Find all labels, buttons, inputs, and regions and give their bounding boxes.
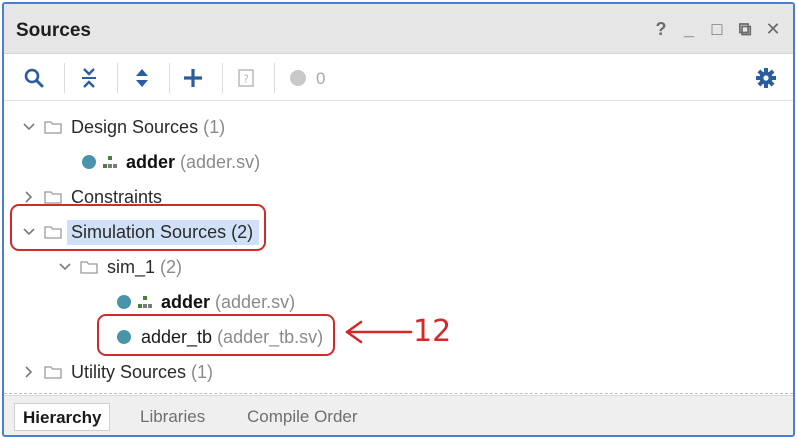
toolbar-separator xyxy=(117,63,118,93)
tab-compile-order[interactable]: Compile Order xyxy=(239,403,366,431)
bottom-tabs: Hierarchy Libraries Compile Order xyxy=(4,395,793,435)
chevron-right-icon[interactable] xyxy=(22,365,36,379)
close-icon[interactable]: ✕ xyxy=(763,18,783,40)
tree-node-count: (1) xyxy=(191,361,214,382)
window-controls: ? _ □ ⧉ ✕ xyxy=(651,18,783,40)
divider xyxy=(4,393,793,394)
tree-node-constraints[interactable]: Constraints xyxy=(22,182,162,212)
toolbar: ? 0 xyxy=(4,55,793,101)
status-count: 0 xyxy=(316,69,326,88)
folder-icon xyxy=(44,365,62,379)
tree-node-label: Constraints xyxy=(71,186,163,207)
module-file: (adder.sv) xyxy=(180,151,261,172)
status-dot-icon xyxy=(82,155,96,169)
chevron-down-icon[interactable] xyxy=(58,260,72,274)
add-icon[interactable] xyxy=(181,66,205,90)
tree-node-label: sim_1 xyxy=(107,256,156,277)
module-name: adder_tb xyxy=(141,326,213,347)
svg-text:?: ? xyxy=(243,73,249,86)
tab-hierarchy[interactable]: Hierarchy xyxy=(14,403,111,431)
gear-icon[interactable] xyxy=(754,66,778,90)
module-name: adder xyxy=(126,151,176,172)
module-name: adder xyxy=(161,291,211,312)
tab-libraries[interactable]: Libraries xyxy=(132,403,213,431)
search-icon[interactable] xyxy=(22,66,46,90)
help-icon[interactable]: ? xyxy=(651,18,671,40)
chevron-down-icon[interactable] xyxy=(22,120,36,134)
sources-window: Sources ? _ □ ⧉ ✕ ? 0 Design Sources (1)… xyxy=(2,2,795,437)
folder-icon xyxy=(44,120,62,134)
tree-node-count: (1) xyxy=(203,116,226,137)
float-icon[interactable]: ⧉ xyxy=(735,18,755,40)
tree-node-utility-sources[interactable]: Utility Sources (1) xyxy=(22,357,213,387)
tree-node-design-sources[interactable]: Design Sources (1) xyxy=(22,112,225,142)
collapse-all-icon[interactable] xyxy=(77,66,101,90)
minimize-icon[interactable]: _ xyxy=(679,18,699,40)
toolbar-separator xyxy=(64,63,65,93)
folder-icon xyxy=(80,260,98,274)
chevron-right-icon[interactable] xyxy=(22,190,36,204)
module-file: (adder.sv) xyxy=(215,291,296,312)
tree-node-simulation-sources[interactable]: Simulation Sources (2) xyxy=(22,217,260,247)
tree-node-sim-adder[interactable]: adder (adder.sv) xyxy=(117,287,295,317)
status-circle-icon[interactable] xyxy=(286,66,310,90)
title-bar: Sources ? _ □ ⧉ ✕ xyxy=(4,4,793,54)
hierarchy-icon xyxy=(137,295,153,309)
tree-node-label: Simulation Sources (2) xyxy=(67,219,260,245)
module-file: (adder_tb.sv) xyxy=(217,326,324,347)
expand-all-icon[interactable] xyxy=(130,66,154,90)
tree-node-label: Design Sources xyxy=(71,116,199,137)
status-dot-icon xyxy=(117,330,131,344)
tree-node-adder-tb[interactable]: adder_tb (adder_tb.sv) xyxy=(117,322,323,352)
tree-node-design-adder[interactable]: adder (adder.sv) xyxy=(82,147,260,177)
folder-icon xyxy=(44,225,62,239)
annotation-number: 12 xyxy=(413,314,452,349)
folder-icon xyxy=(44,190,62,204)
tree-node-sim-1[interactable]: sim_1 (2) xyxy=(58,252,182,282)
hierarchy-icon xyxy=(102,155,118,169)
question-box-icon[interactable]: ? xyxy=(234,66,258,90)
chevron-down-icon[interactable] xyxy=(22,225,36,239)
maximize-icon[interactable]: □ xyxy=(707,18,727,40)
panel-title: Sources xyxy=(16,20,91,41)
sources-tree: Design Sources (1) adder (adder.sv) Cons… xyxy=(4,102,793,394)
toolbar-separator xyxy=(169,63,170,93)
tree-node-label: Utility Sources xyxy=(71,361,187,382)
toolbar-separator xyxy=(222,63,223,93)
toolbar-separator xyxy=(274,63,275,93)
status-dot-icon xyxy=(117,295,131,309)
tree-node-count: (2) xyxy=(160,256,183,277)
